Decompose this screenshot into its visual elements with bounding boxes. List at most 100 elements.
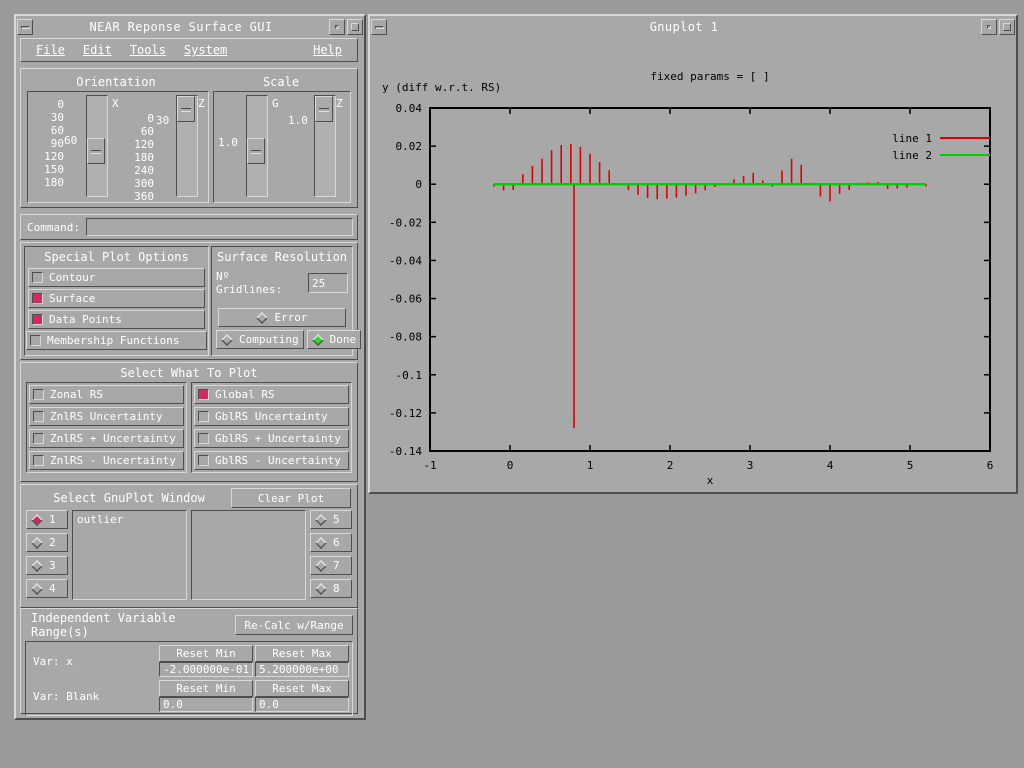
- plot-canvas[interactable]: fixed params = [ ] y (diff w.r.t. RS) x 0.0…: [370, 36, 1012, 488]
- checkbox-label: Surface: [49, 292, 96, 305]
- checkbox-gblrs-plus-uncertainty[interactable]: GblRS + Uncertainty: [194, 429, 349, 448]
- radio-indicator-icon: [31, 536, 43, 549]
- checkbox-gblrs-uncertainty[interactable]: GblRS Uncertainty: [194, 407, 349, 426]
- y-tick-label: 0: [415, 178, 422, 191]
- min-input-x[interactable]: -2.000000e-01: [159, 662, 253, 677]
- checkbox-label: ZnlRS - Uncertainty: [50, 454, 176, 467]
- reset-min-button-x[interactable]: Reset Min: [159, 645, 253, 662]
- max-input-blank[interactable]: 0.0: [255, 697, 349, 712]
- radio-window-4[interactable]: 4: [26, 579, 68, 598]
- x-tick-label: 6: [987, 459, 994, 472]
- menu-system[interactable]: System: [175, 41, 236, 59]
- menu-file[interactable]: File: [27, 41, 74, 59]
- x-tick-label: 3: [747, 459, 754, 472]
- series-line-1: [493, 143, 927, 429]
- reset-min-button-blank[interactable]: Reset Min: [159, 680, 253, 697]
- select-what-to-plot-panel: Select What To Plot Zonal RS ZnlRS Uncer…: [20, 362, 358, 482]
- radio-window-5[interactable]: 5: [310, 510, 352, 529]
- radio-indicator-icon: [315, 513, 327, 526]
- y-tick-label: -0.02: [389, 216, 422, 229]
- checkbox-znlrs-plus-uncertainty[interactable]: ZnlRS + Uncertainty: [29, 429, 184, 448]
- status-computing[interactable]: Computing: [216, 330, 304, 349]
- checkbox-zonal-rs[interactable]: Zonal RS: [29, 385, 184, 404]
- orientation-x-slider[interactable]: [86, 95, 108, 197]
- radio-window-1[interactable]: 1: [26, 510, 68, 529]
- checkbox-label: ZnlRS Uncertainty: [50, 410, 163, 423]
- gridlines-label: Nº Gridlines:: [216, 270, 283, 296]
- checkbox-box: [198, 389, 209, 400]
- scale-z-value: 1.0: [288, 114, 308, 127]
- slider-thumb[interactable]: [315, 96, 333, 122]
- radio-label: 6: [333, 536, 340, 549]
- status-done[interactable]: Done: [306, 330, 362, 349]
- var-blank-label: Var: Blank: [33, 689, 100, 703]
- scale-g-slider[interactable]: [246, 95, 268, 197]
- reset-max-button-blank[interactable]: Reset Max: [255, 680, 349, 697]
- menubar: File Edit Tools System Help: [20, 38, 358, 62]
- checkbox-box: [32, 314, 43, 325]
- gui-maximize-button[interactable]: [347, 19, 363, 35]
- select-what-to-plot-title: Select What To Plot: [120, 366, 258, 380]
- status-error[interactable]: Error: [218, 308, 346, 327]
- orientation-x-value: 60: [64, 134, 78, 147]
- min-input-blank[interactable]: 0.0: [159, 697, 253, 712]
- menu-help[interactable]: Help: [304, 41, 351, 59]
- recalc-with-range-button[interactable]: Re-Calc w/Range: [235, 615, 353, 635]
- radio-window-2[interactable]: 2: [26, 533, 68, 552]
- scale-title: Scale: [262, 75, 300, 89]
- gnuplot-text-left[interactable]: outlier: [72, 510, 187, 600]
- checkbox-label: Zonal RS: [50, 388, 103, 401]
- reset-max-button-x[interactable]: Reset Max: [255, 645, 349, 662]
- checkbox-znlrs-uncertainty[interactable]: ZnlRS Uncertainty: [29, 407, 184, 426]
- checkbox-box: [198, 411, 209, 422]
- checkbox-contour[interactable]: Contour: [28, 268, 205, 287]
- menu-edit[interactable]: Edit: [74, 41, 121, 59]
- x-tick-label: 1: [587, 459, 594, 472]
- checkbox-membership-functions[interactable]: Membership Functions: [26, 331, 207, 350]
- checkbox-global-rs[interactable]: Global RS: [194, 385, 349, 404]
- plot-right-column: Global RS GblRS Uncertainty GblRS + Unce…: [191, 382, 352, 473]
- slider-thumb-grip: [251, 150, 261, 154]
- radio-window-7[interactable]: 7: [310, 556, 352, 575]
- select-gnuplot-window-panel: Select GnuPlot Window Clear Plot 1 2 3 4…: [20, 484, 358, 608]
- orientation-x-axis-label: X: [112, 97, 119, 110]
- status-label: Computing: [239, 333, 299, 346]
- slider-thumb[interactable]: [87, 138, 105, 164]
- restore-button[interactable]: [981, 19, 997, 35]
- orientation-z-value: 30: [156, 114, 170, 127]
- checkbox-data-points[interactable]: Data Points: [28, 310, 205, 329]
- independent-variable-range-panel: Independent Variable Range(s) Re-Calc w/…: [20, 608, 358, 716]
- y-tick-label: -0.14: [389, 445, 422, 458]
- var-x-label: Var: x: [33, 654, 73, 668]
- scale-z-slider[interactable]: [314, 95, 336, 197]
- checkbox-label: ZnlRS + Uncertainty: [50, 432, 176, 445]
- radio-window-8[interactable]: 8: [310, 579, 352, 598]
- orientation-z-ticks: 0 60 120 180 240 300 360: [134, 112, 154, 203]
- checkbox-surface[interactable]: Surface: [28, 289, 205, 308]
- gridlines-input[interactable]: 25: [308, 273, 348, 293]
- checkbox-box: [33, 411, 44, 422]
- checkbox-gblrs-minus-uncertainty[interactable]: GblRS - Uncertainty: [194, 451, 349, 470]
- command-row: Command:: [20, 214, 358, 240]
- command-input[interactable]: [85, 218, 353, 236]
- surface-resolution-title: Surface Resolution: [216, 250, 348, 264]
- max-input-x[interactable]: 5.200000e+00: [255, 662, 349, 677]
- radio-window-3[interactable]: 3: [26, 556, 68, 575]
- maximize-button[interactable]: [999, 19, 1015, 35]
- orientation-title: Orientation: [76, 75, 156, 89]
- gui-minimize-button[interactable]: [17, 19, 33, 35]
- restore-icon: [987, 25, 991, 29]
- checkbox-znlrs-minus-uncertainty[interactable]: ZnlRS - Uncertainty: [29, 451, 184, 470]
- gnuplot-text-right[interactable]: [191, 510, 306, 600]
- slider-thumb[interactable]: [247, 138, 265, 164]
- orientation-z-slider[interactable]: [176, 95, 198, 197]
- menu-tools[interactable]: Tools: [121, 41, 175, 59]
- radio-window-6[interactable]: 6: [310, 533, 352, 552]
- gui-restore-button[interactable]: [329, 19, 345, 35]
- orientation-z-axis-label: Z: [198, 97, 205, 110]
- clear-plot-button[interactable]: Clear Plot: [231, 488, 351, 508]
- minimize-button[interactable]: [371, 19, 387, 35]
- radio-indicator-icon: [315, 536, 327, 549]
- slider-thumb[interactable]: [177, 96, 195, 122]
- x-tick-label: 2: [667, 459, 674, 472]
